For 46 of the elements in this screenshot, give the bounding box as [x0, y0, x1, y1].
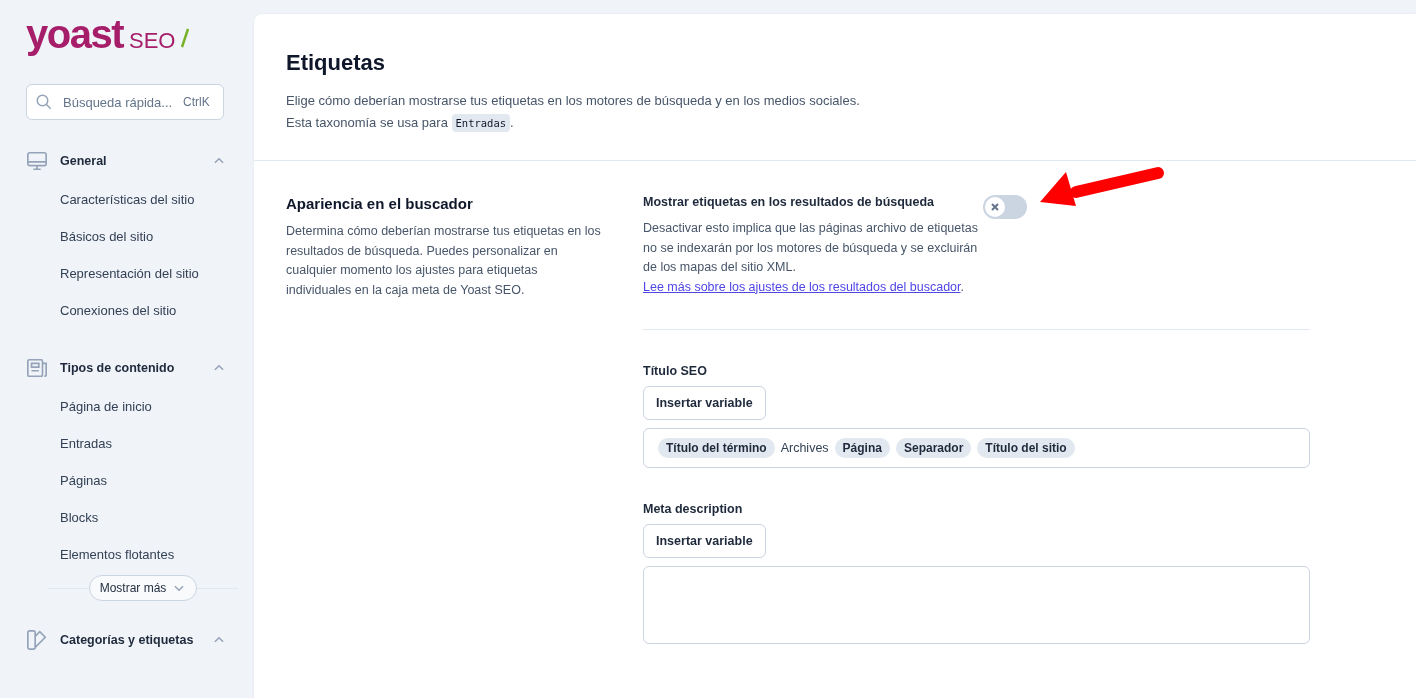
variable-tag: Página: [834, 438, 890, 458]
toggle-label: Mostrar etiquetas en los resultados de búsqueda: [643, 195, 936, 209]
sidebar-item[interactable]: Página de inicio: [26, 388, 254, 425]
title-editor[interactable]: Título del término Archives Página Separador Título del sitio: [643, 428, 1310, 468]
sidebar-item[interactable]: Básicos del sitio: [26, 218, 254, 255]
page-title: Etiquetas: [286, 50, 387, 76]
variable-tag: Título del sitio: [977, 438, 1075, 458]
sidebar-item[interactable]: Elementos flotantes: [26, 536, 254, 573]
sidebar-group-label[interactable]: General: [60, 154, 200, 168]
sidebar-item[interactable]: Entradas: [26, 425, 254, 462]
slash-icon: [181, 28, 190, 48]
sidebar-group-label[interactable]: Categorías y etiquetas: [60, 633, 200, 647]
page-description: Elige cómo deberían mostrarse tus etiquetas en los motores de búsqueda y en los medios sociales.: [286, 92, 861, 110]
sidebar-group-label[interactable]: Tipos de contenido: [60, 361, 200, 375]
search-icon: [35, 93, 53, 111]
logo-suffix: SEO: [129, 28, 176, 54]
search-field[interactable]: Búsqueda rápida... CtrlK: [26, 84, 224, 120]
insert-variable-button[interactable]: Insertar variable: [643, 386, 766, 420]
field-label: Título SEO: [643, 364, 708, 378]
sidebar-item[interactable]: Características del sitio: [26, 181, 254, 218]
field-label: Meta description: [643, 502, 744, 516]
swatch-icon: [26, 629, 48, 651]
period-text: .: [510, 115, 514, 130]
variable-tag: Título del término: [658, 438, 775, 458]
sidebar-item[interactable]: Páginas: [26, 462, 254, 499]
description-editor[interactable]: [643, 566, 1310, 644]
sidebar-item[interactable]: Blocks: [26, 499, 254, 536]
sidebar-item[interactable]: Conexiones del sitio: [26, 292, 254, 329]
sidebar-item[interactable]: Representación del sitio: [26, 255, 254, 292]
close-icon: [991, 203, 999, 211]
variable-tag: Separador: [895, 438, 972, 458]
toggle-description: Desactivar esto implica que las páginas archivo de etiquetas no se indexarán por los motores de búsqueda y se excluirán de los mapas del sitio XML. Lee más sobre los ajustes de los resultados del buscador.: [643, 220, 978, 296]
monitor-icon: [26, 150, 48, 172]
shortcut-hint: CtrlK: [183, 95, 210, 109]
learn-more-link[interactable]: Lee más sobre los ajustes de los resultados del buscador: [643, 279, 961, 294]
taxonomy-note: Esta taxonomía se usa para: [286, 115, 448, 130]
logo-wordmark: yoast: [26, 12, 123, 57]
section-title: Apariencia en el buscador: [286, 195, 474, 212]
post-type-code: Entradas: [451, 114, 511, 132]
insert-variable-button[interactable]: Insertar variable: [643, 524, 766, 558]
search-input[interactable]: Búsqueda rápida...: [61, 93, 175, 111]
newspaper-icon: [26, 357, 48, 379]
show-more-button[interactable]: Mostrar más: [88, 575, 198, 601]
section-description: Determina cómo deberían mostrarse tus etiquetas en los resultados de búsqueda. Puedes personalizar en cualquier momento los ajustes para etiquetas individuales en la caja meta de Yoast SEO.: [286, 223, 602, 299]
title-text: Archives: [780, 441, 829, 455]
toggle-switch[interactable]: [983, 195, 1027, 219]
